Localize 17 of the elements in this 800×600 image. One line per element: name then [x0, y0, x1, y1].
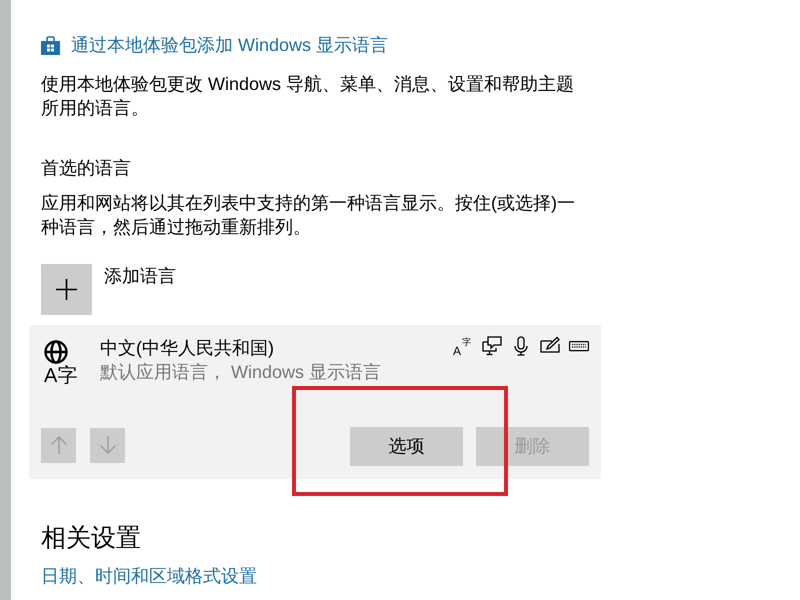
- arrow-down-icon: [98, 435, 118, 455]
- arrow-up-icon: [48, 435, 68, 455]
- monitor-speech-icon: [482, 336, 502, 356]
- shopping-bag-icon: [41, 36, 60, 54]
- language-subtitle: 默认应用语言， Windows 显示语言: [100, 360, 382, 384]
- plus-icon: [41, 264, 92, 314]
- pen-pad-icon: [540, 336, 560, 356]
- options-button[interactable]: 选项: [350, 426, 463, 466]
- section-description: 应用和网站将以其在列表中支持的第一种语言显示。按住(或选择)一种语言，然后通过拖动重新排列。: [41, 192, 576, 239]
- experience-pack-description: 使用本地体验包更改 Windows 导航、菜单、消息、设置和帮助主题所用的语言。: [41, 72, 576, 120]
- related-settings-heading: 相关设置: [41, 522, 142, 552]
- add-language-button[interactable]: 添加语言: [41, 264, 176, 314]
- experience-pack-link[interactable]: 通过本地体验包添加 Windows 显示语言: [41, 33, 388, 57]
- language-name: 中文(中华人民共和国): [100, 336, 274, 360]
- font-glyph-icon: A字: [453, 336, 473, 356]
- section-heading: 首选的语言: [41, 156, 132, 180]
- settings-link[interactable]: 日期、时间和区域格式设置: [41, 566, 257, 586]
